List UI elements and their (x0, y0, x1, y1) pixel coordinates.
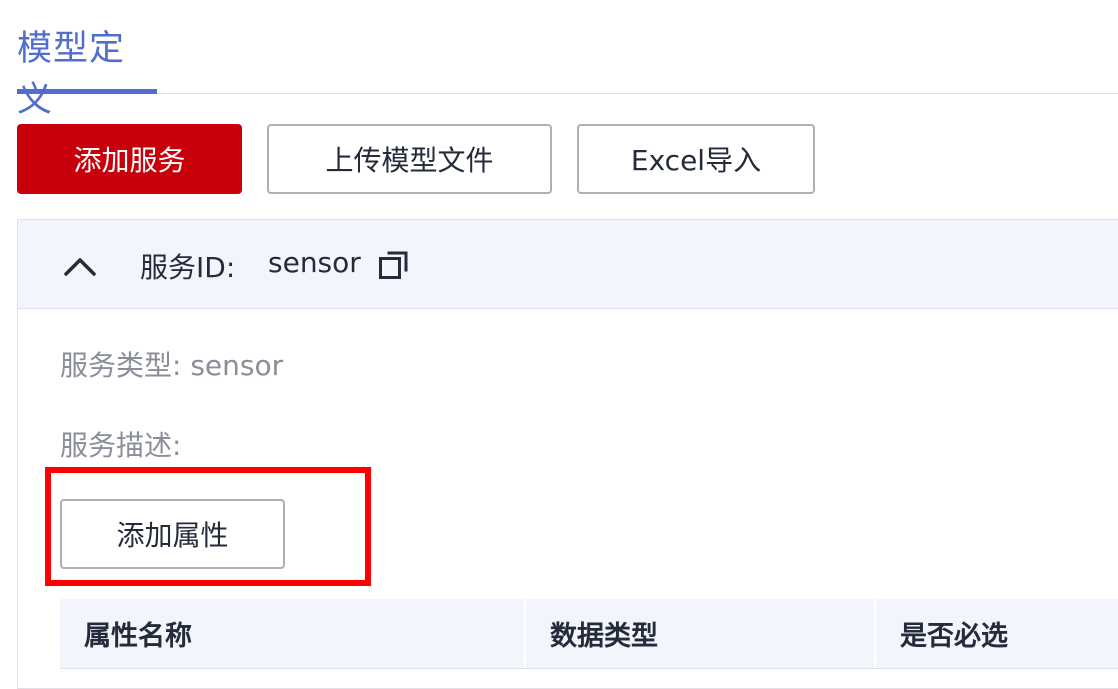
add-service-button[interactable]: 添加服务 (17, 124, 242, 194)
upload-model-file-button[interactable]: 上传模型文件 (267, 124, 552, 194)
chevron-up-icon[interactable] (62, 248, 98, 284)
service-id-label: 服务ID: (140, 251, 236, 284)
excel-import-button[interactable]: Excel导入 (577, 124, 815, 194)
service-description-text: 服务描述: (60, 429, 182, 462)
service-id-value: sensor (268, 246, 361, 279)
tab-bar: 模型定义 (17, 0, 1118, 120)
tab-active-indicator (17, 89, 157, 94)
tab-label: 模型定义 (17, 29, 126, 120)
copy-icon[interactable] (378, 249, 410, 281)
column-header-required: 是否必选 (900, 621, 1008, 652)
property-table-header: 属性名称 数据类型 是否必选 (60, 599, 1118, 669)
service-type-text: 服务类型: sensor (60, 349, 284, 382)
column-header-property-name: 属性名称 (84, 621, 192, 652)
service-header: 服务ID: sensor (18, 220, 1118, 309)
tab-model-definition[interactable]: 模型定义 (17, 0, 157, 120)
column-header-data-type: 数据类型 (550, 621, 658, 652)
highlight-annotation-box (45, 467, 371, 586)
